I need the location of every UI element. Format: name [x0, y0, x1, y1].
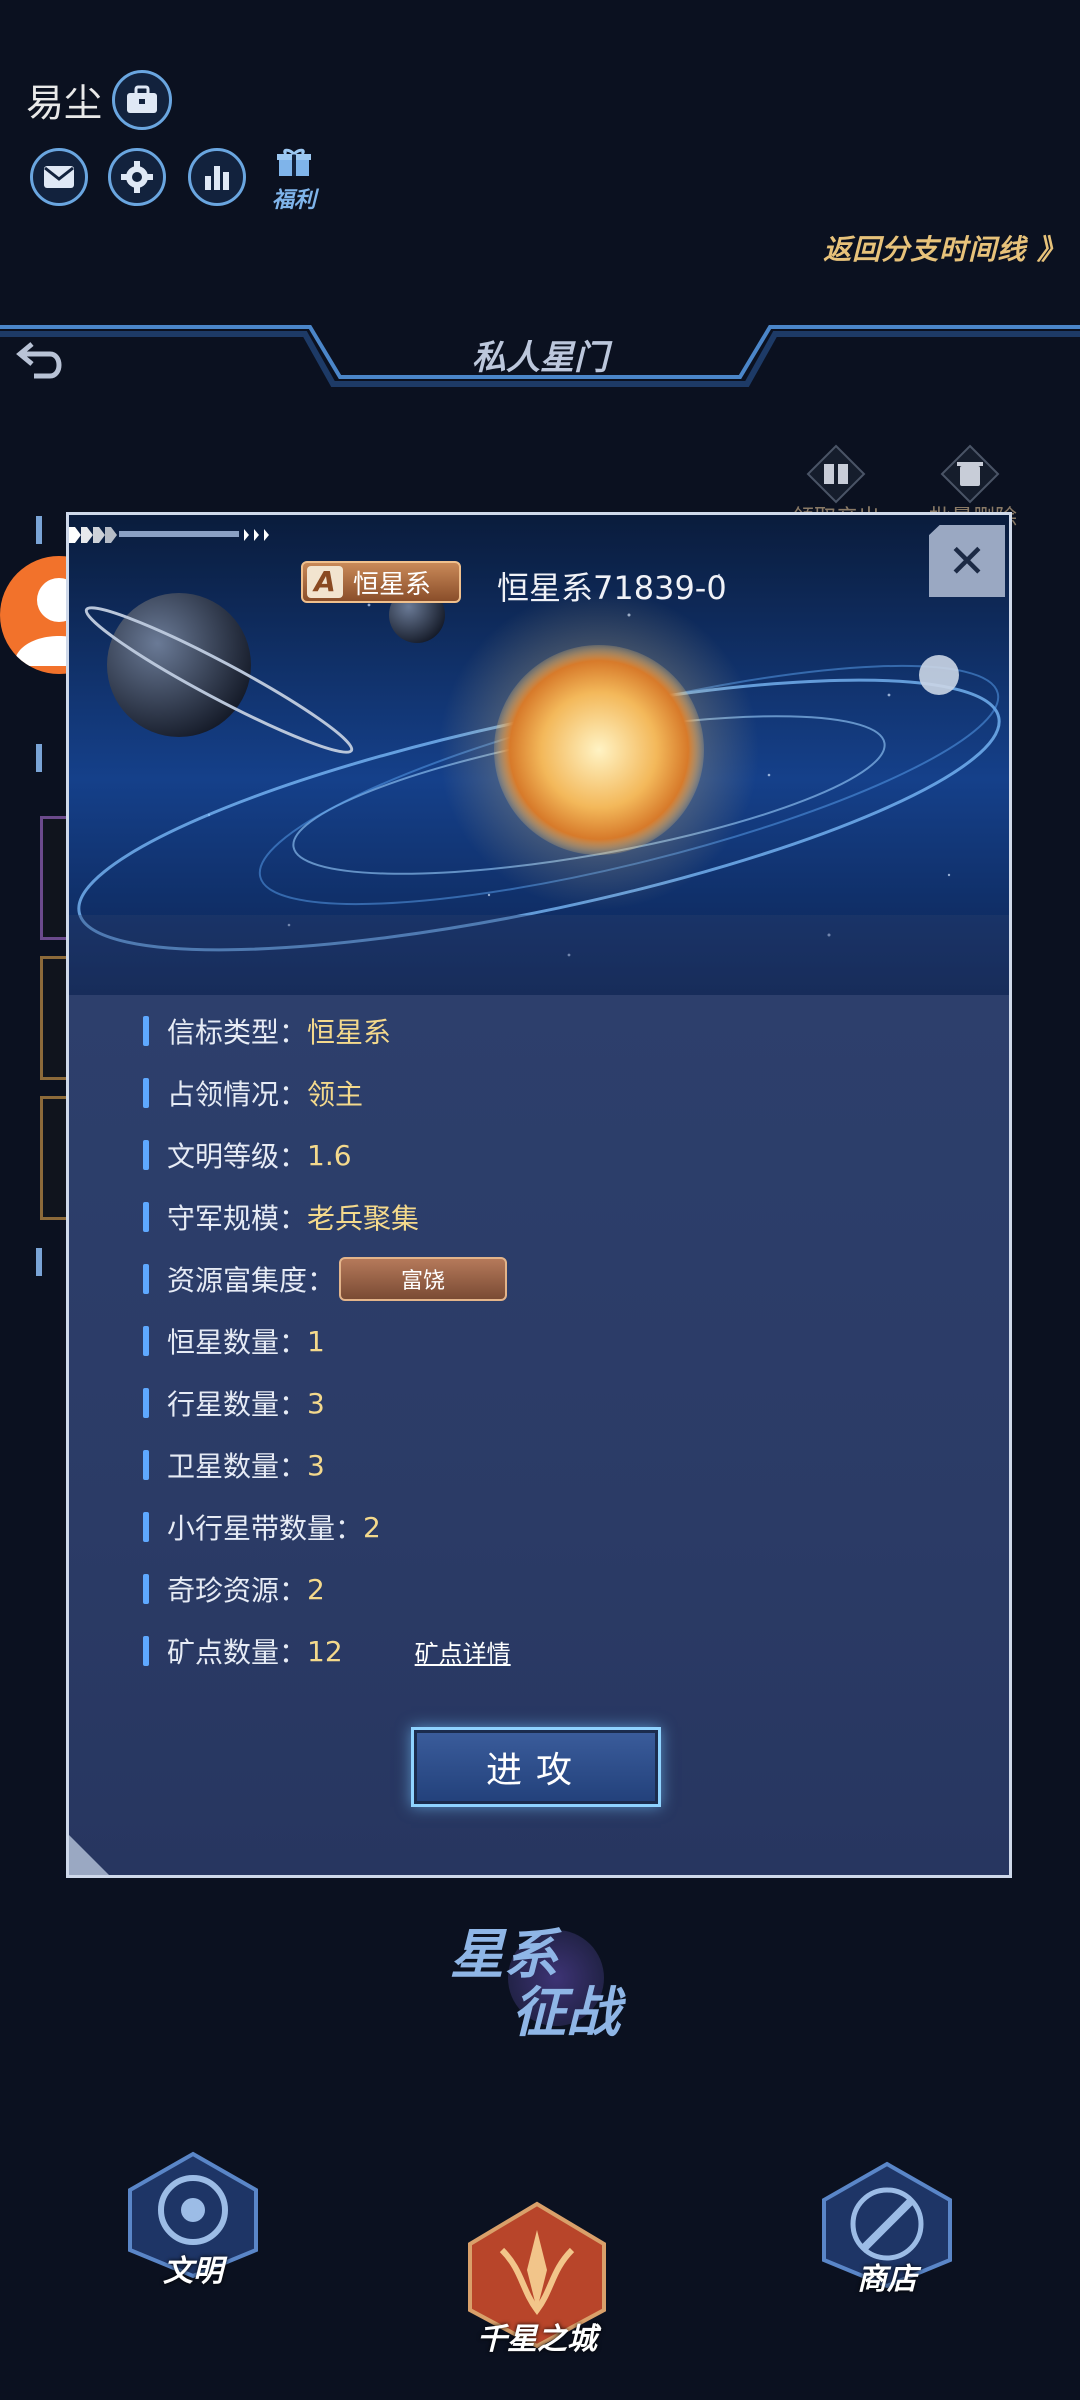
mail-button[interactable] [30, 148, 88, 206]
close-icon: ✕ [947, 534, 987, 588]
return-branch-timeline-link[interactable]: 返回分支时间线 》 [823, 228, 1066, 268]
row-marker [143, 1574, 149, 1604]
gear-icon [121, 161, 153, 193]
box-icon [806, 444, 866, 504]
row-marker [143, 1264, 149, 1294]
row-label: 占领情况： [167, 1078, 308, 1111]
decor-stripes [69, 527, 269, 543]
row-value: 1 [307, 1324, 325, 1358]
ranking-button[interactable] [188, 148, 246, 206]
row-value: 3 [307, 1448, 325, 1482]
info-row: 矿点数量： 12 矿点详情 [143, 1629, 511, 1673]
attack-label: 进攻 [485, 1750, 586, 1791]
row-label: 矿点数量： [167, 1636, 308, 1669]
row-label: 卫星数量： [167, 1450, 308, 1483]
info-row: 奇珍资源： 2 [143, 1567, 325, 1611]
info-row: 守军规模： 老兵聚集 [143, 1195, 419, 1239]
row-marker [143, 1016, 149, 1046]
row-label: 文明等级： [167, 1140, 308, 1173]
nav-label: 千星之城 [477, 2322, 597, 2357]
info-row: 文明等级： 1.6 [143, 1133, 352, 1177]
nav-shop[interactable]: 商店 [812, 2160, 962, 2310]
close-button[interactable]: ✕ [929, 525, 1005, 597]
mail-icon [44, 166, 74, 188]
richness-badge: 富饶 [339, 1257, 508, 1301]
logo-line-2: 征战 [512, 1981, 620, 2044]
row-marker [143, 1512, 149, 1542]
nav-civilization[interactable]: 文明 [118, 2150, 268, 2300]
row-value: 12 [307, 1634, 343, 1668]
row-marker [143, 1326, 149, 1356]
row-value: 2 [307, 1572, 325, 1606]
row-label: 小行星带数量： [167, 1512, 364, 1545]
bar-chart-icon [205, 166, 229, 190]
row-value: 2 [363, 1510, 381, 1544]
section-marker [36, 744, 42, 772]
row-label: 信标类型： [167, 1016, 308, 1049]
section-marker [36, 1248, 42, 1276]
benefit-button[interactable]: 福利 [264, 148, 324, 213]
back-arrow-icon [16, 342, 62, 379]
row-label: 行星数量： [167, 1388, 308, 1421]
row-value: 领主 [307, 1078, 364, 1111]
info-row: 占领情况： 领主 [143, 1071, 363, 1115]
row-value: 3 [307, 1386, 325, 1420]
player-name: 易尘 [26, 81, 103, 125]
benefit-label: 福利 [271, 188, 316, 213]
page-title: 私人星门 [472, 338, 608, 378]
row-value: 1.6 [307, 1138, 352, 1172]
row-label: 守军规模： [167, 1202, 308, 1235]
info-row: 资源富集度： 富饶 [143, 1257, 508, 1301]
row-label: 恒星数量： [167, 1326, 308, 1359]
system-type-tag: A 恒星系 [301, 561, 461, 603]
info-row: 卫星数量： 3 [143, 1443, 325, 1487]
row-label: 资源富集度： [167, 1264, 336, 1297]
attack-button[interactable]: 进攻 [411, 1727, 661, 1807]
row-marker [143, 1636, 149, 1666]
system-type-label: 恒星系 [353, 569, 432, 600]
back-button[interactable] [14, 338, 68, 382]
section-marker [36, 516, 42, 544]
bag-button[interactable] [112, 70, 172, 130]
gift-icon [277, 148, 311, 176]
row-label: 奇珍资源： [167, 1574, 308, 1607]
info-row: 信标类型： 恒星系 [143, 1009, 391, 1053]
info-row: 行星数量： 3 [143, 1381, 325, 1425]
row-value: 老兵聚集 [307, 1202, 420, 1235]
info-row: 小行星带数量： 2 [143, 1505, 381, 1549]
info-row: 恒星数量： 1 [143, 1319, 325, 1363]
trash-icon [940, 444, 1000, 504]
briefcase-icon [127, 85, 157, 113]
corner-decor [69, 1835, 109, 1875]
row-value: 恒星系 [307, 1016, 392, 1049]
mine-detail-link[interactable]: 矿点详情 [415, 1634, 511, 1669]
galaxy-war-logo: 星系 征战 [440, 1910, 660, 2044]
settings-button[interactable] [108, 148, 166, 206]
row-marker [143, 1450, 149, 1480]
star-system-dialog: ✕ A 恒星系 恒星系71839-0 信标类型： 恒星系 占领情况： 领主 文明等级… [66, 512, 1012, 1878]
row-marker [143, 1202, 149, 1232]
row-marker [143, 1140, 149, 1170]
grade-letter: A [307, 566, 343, 598]
row-marker [143, 1078, 149, 1108]
nav-thousand-star-city[interactable]: 千星之城 [462, 2200, 612, 2390]
row-marker [143, 1388, 149, 1418]
system-name: 恒星系71839-0 [497, 569, 727, 607]
